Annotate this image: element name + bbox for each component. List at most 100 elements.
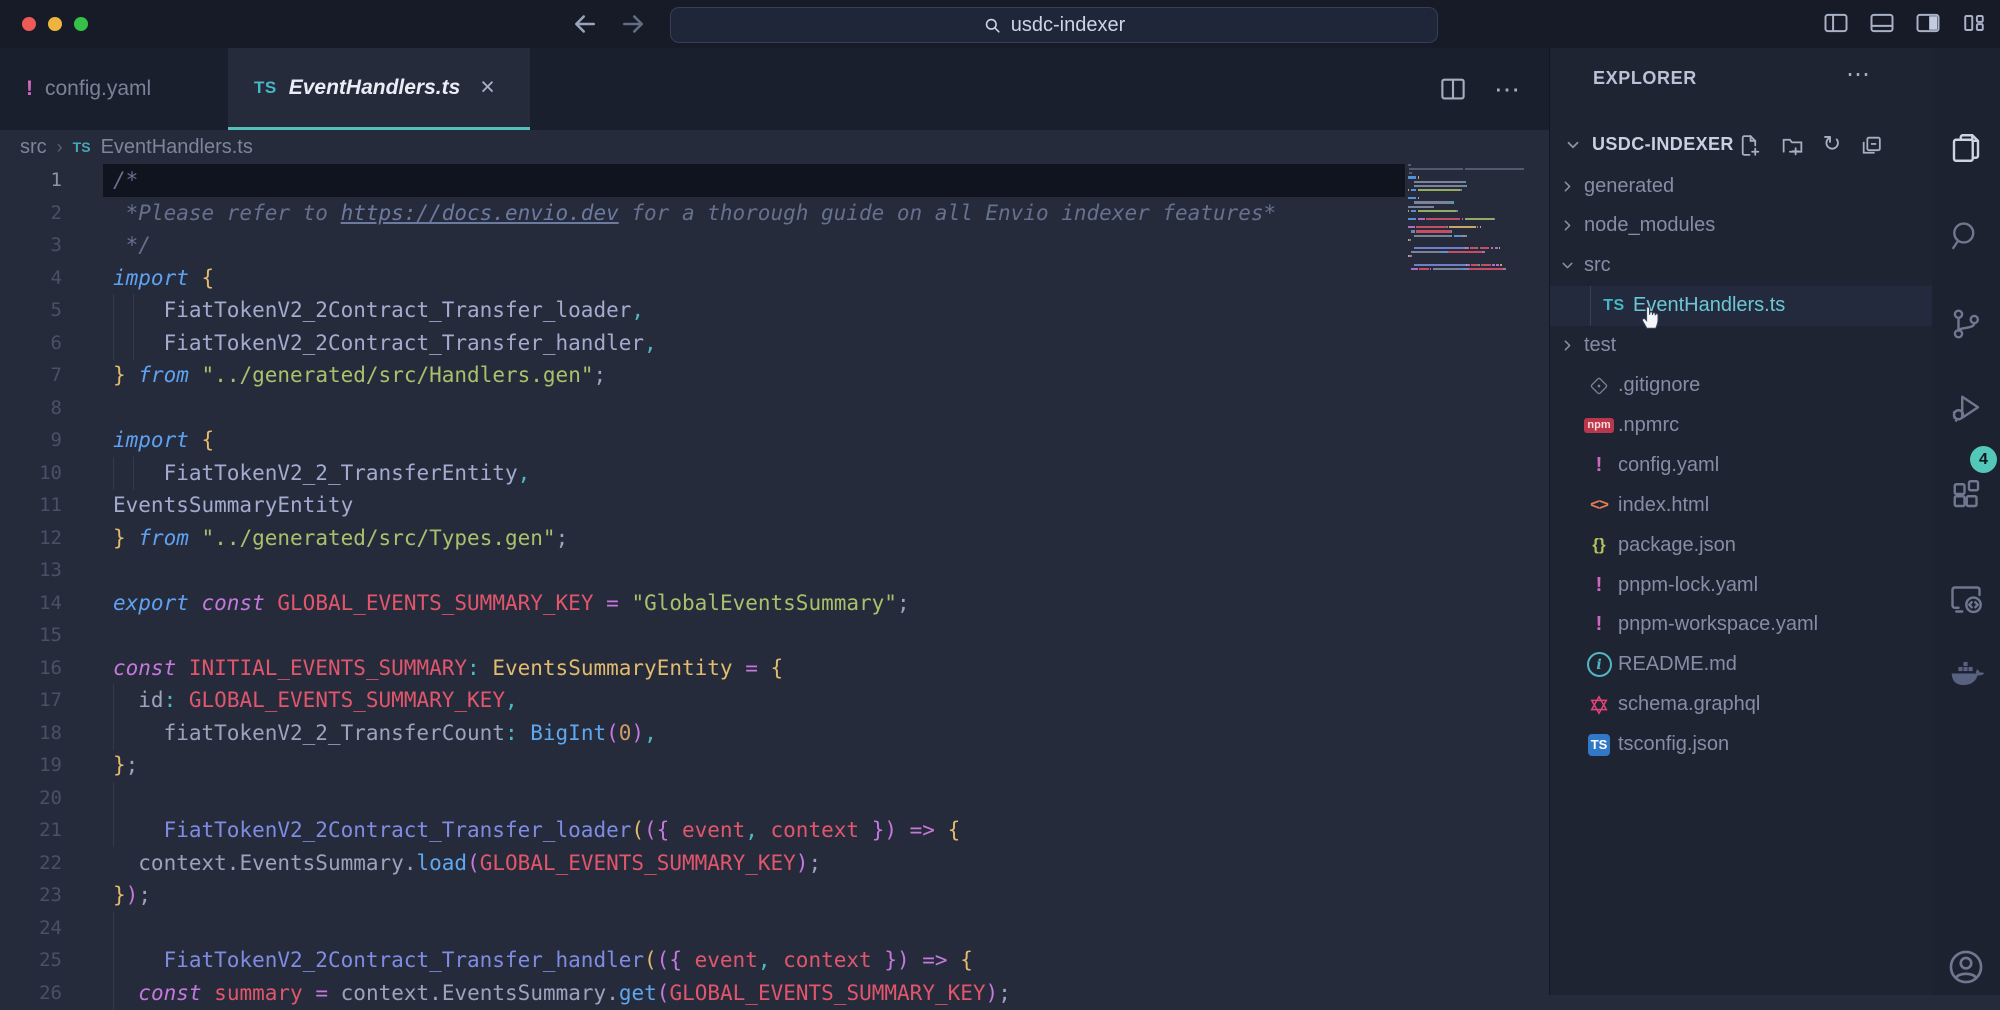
editor-more-actions-icon[interactable]: ⋯ xyxy=(1494,74,1522,105)
tree-folder-node_modules[interactable]: node_modules xyxy=(1550,206,1932,246)
close-window-button[interactable] xyxy=(22,17,36,31)
code-line-12[interactable]: 12} from "../generated/src/Types.gen"; xyxy=(0,522,1549,555)
minimap[interactable] xyxy=(1408,164,1524,276)
code-line-19[interactable]: 19}; xyxy=(0,749,1549,782)
source-control-icon[interactable] xyxy=(1948,306,1984,342)
tree-folder-test[interactable]: test xyxy=(1550,326,1932,366)
line-number[interactable]: 15 xyxy=(0,619,62,652)
line-number[interactable]: 22 xyxy=(0,847,62,880)
minimize-window-button[interactable] xyxy=(48,17,62,31)
extensions-view-icon[interactable] xyxy=(1948,476,1984,512)
explorer-view-icon[interactable] xyxy=(1948,130,1984,166)
tree-file-config.yaml[interactable]: !config.yaml xyxy=(1550,445,1932,485)
line-number[interactable]: 7 xyxy=(0,359,62,392)
line-number[interactable]: 4 xyxy=(0,262,62,295)
collapse-all-icon[interactable] xyxy=(1859,133,1884,158)
tree-file-.gitignore[interactable]: .gitignore xyxy=(1550,366,1932,406)
tree-file-EventHandlers.ts[interactable]: TSEventHandlers.ts xyxy=(1550,286,1932,326)
code-line-13[interactable]: 13 xyxy=(0,554,1549,587)
code-line-4[interactable]: 4import { xyxy=(0,262,1549,295)
code-line-10[interactable]: 10 FiatTokenV2_2_TransferEntity, xyxy=(0,457,1549,490)
code-line-8[interactable]: 8 xyxy=(0,392,1549,425)
line-number[interactable]: 16 xyxy=(0,652,62,685)
code-line-25[interactable]: 25 FiatTokenV2_2Contract_Transfer_handle… xyxy=(0,944,1549,977)
tab-config-yaml[interactable]: ! config.yaml xyxy=(0,48,228,130)
line-number[interactable]: 13 xyxy=(0,554,62,587)
back-arrow-icon[interactable] xyxy=(570,9,600,39)
tree-file-README.md[interactable]: iREADME.md xyxy=(1550,645,1932,685)
line-number[interactable]: 10 xyxy=(0,457,62,490)
tree-folder-src[interactable]: src xyxy=(1550,246,1932,286)
line-number[interactable]: 25 xyxy=(0,944,62,977)
line-number[interactable]: 5 xyxy=(0,294,62,327)
code-line-26[interactable]: 26 const summary = context.EventsSummary… xyxy=(0,977,1549,1010)
close-tab-icon[interactable]: × xyxy=(480,73,495,102)
line-number[interactable]: 23 xyxy=(0,879,62,912)
code-line-21[interactable]: 21 FiatTokenV2_2Contract_Transfer_loader… xyxy=(0,814,1549,847)
tree-file-pnpm-workspace.yaml[interactable]: !pnpm-workspace.yaml xyxy=(1550,605,1932,645)
code-line-20[interactable]: 20 xyxy=(0,782,1549,815)
breadcrumb-file[interactable]: EventHandlers.ts xyxy=(101,136,253,159)
code-line-5[interactable]: 5 FiatTokenV2_2Contract_Transfer_loader, xyxy=(0,294,1549,327)
code-line-22[interactable]: 22 context.EventsSummary.load(GLOBAL_EVE… xyxy=(0,847,1549,880)
refresh-icon[interactable]: ↻ xyxy=(1823,133,1841,158)
tree-file-.npmrc[interactable]: npm.npmrc xyxy=(1550,405,1932,445)
search-view-icon[interactable] xyxy=(1948,218,1984,254)
command-center-search[interactable]: usdc-indexer xyxy=(670,7,1438,43)
code-line-6[interactable]: 6 FiatTokenV2_2Contract_Transfer_handler… xyxy=(0,327,1549,360)
line-number[interactable]: 3 xyxy=(0,229,62,262)
code-line-17[interactable]: 17 id: GLOBAL_EVENTS_SUMMARY_KEY, xyxy=(0,684,1549,717)
new-folder-icon[interactable] xyxy=(1780,133,1805,158)
toggle-panel-icon[interactable] xyxy=(1868,9,1896,37)
line-number[interactable]: 12 xyxy=(0,522,62,555)
account-icon[interactable] xyxy=(1945,946,1987,988)
code-line-24[interactable]: 24 xyxy=(0,912,1549,945)
toggle-secondary-sidebar-icon[interactable] xyxy=(1914,9,1942,37)
code-line-9[interactable]: 9import { xyxy=(0,424,1549,457)
explorer-more-actions-icon[interactable]: ⋯ xyxy=(1846,60,1870,89)
toggle-primary-sidebar-icon[interactable] xyxy=(1822,9,1850,37)
forward-arrow-icon[interactable] xyxy=(618,9,648,39)
line-number[interactable]: 2 xyxy=(0,197,62,230)
line-number[interactable]: 1 xyxy=(0,164,62,197)
split-editor-icon[interactable] xyxy=(1438,74,1468,104)
maximize-window-button[interactable] xyxy=(74,17,88,31)
tree-folder-generated[interactable]: generated xyxy=(1550,166,1932,206)
line-number[interactable]: 20 xyxy=(0,782,62,815)
line-number[interactable]: 26 xyxy=(0,977,62,1010)
code-editor[interactable]: 1/*2 *Please refer to https://docs.envio… xyxy=(0,164,1549,995)
tree-file-tsconfig.json[interactable]: TStsconfig.json xyxy=(1550,725,1932,765)
line-number[interactable]: 14 xyxy=(0,587,62,620)
docker-icon[interactable] xyxy=(1947,654,1985,692)
tree-file-pnpm-lock.yaml[interactable]: !pnpm-lock.yaml xyxy=(1550,565,1932,605)
new-file-icon[interactable] xyxy=(1737,133,1762,158)
line-number[interactable]: 11 xyxy=(0,489,62,522)
line-number[interactable]: 9 xyxy=(0,424,62,457)
customize-layout-icon[interactable] xyxy=(1960,9,1988,37)
code-line-15[interactable]: 15 xyxy=(0,619,1549,652)
code-line-3[interactable]: 3 */ xyxy=(0,229,1549,262)
tree-file-package.json[interactable]: {}package.json xyxy=(1550,525,1932,565)
line-number[interactable]: 6 xyxy=(0,327,62,360)
code-line-14[interactable]: 14export const GLOBAL_EVENTS_SUMMARY_KEY… xyxy=(0,587,1549,620)
line-number[interactable]: 21 xyxy=(0,814,62,847)
code-line-1[interactable]: 1/* xyxy=(0,164,1549,197)
line-number[interactable]: 17 xyxy=(0,684,62,717)
workspace-section-header[interactable]: USDC-INDEXER ↻ xyxy=(1550,126,1932,166)
tab-eventhandlers-ts[interactable]: TS EventHandlers.ts × xyxy=(228,48,530,130)
code-line-16[interactable]: 16const INITIAL_EVENTS_SUMMARY: EventsSu… xyxy=(0,652,1549,685)
run-debug-icon[interactable] xyxy=(1948,390,1984,426)
code-line-7[interactable]: 7} from "../generated/src/Handlers.gen"; xyxy=(0,359,1549,392)
code-line-2[interactable]: 2 *Please refer to https://docs.envio.de… xyxy=(0,197,1549,230)
code-line-11[interactable]: 11EventsSummaryEntity xyxy=(0,489,1549,522)
breadcrumb-folder[interactable]: src xyxy=(20,136,47,159)
code-line-18[interactable]: 18 fiatTokenV2_2_TransferCount: BigInt(0… xyxy=(0,717,1549,750)
code-line-23[interactable]: 23}); xyxy=(0,879,1549,912)
line-number[interactable]: 24 xyxy=(0,912,62,945)
tree-file-index.html[interactable]: <>index.html xyxy=(1550,485,1932,525)
line-number[interactable]: 19 xyxy=(0,749,62,782)
line-number[interactable]: 8 xyxy=(0,392,62,425)
line-number[interactable]: 18 xyxy=(0,717,62,750)
tree-file-schema.graphql[interactable]: schema.graphql xyxy=(1550,685,1932,725)
remote-explorer-icon[interactable] xyxy=(1948,580,1984,616)
